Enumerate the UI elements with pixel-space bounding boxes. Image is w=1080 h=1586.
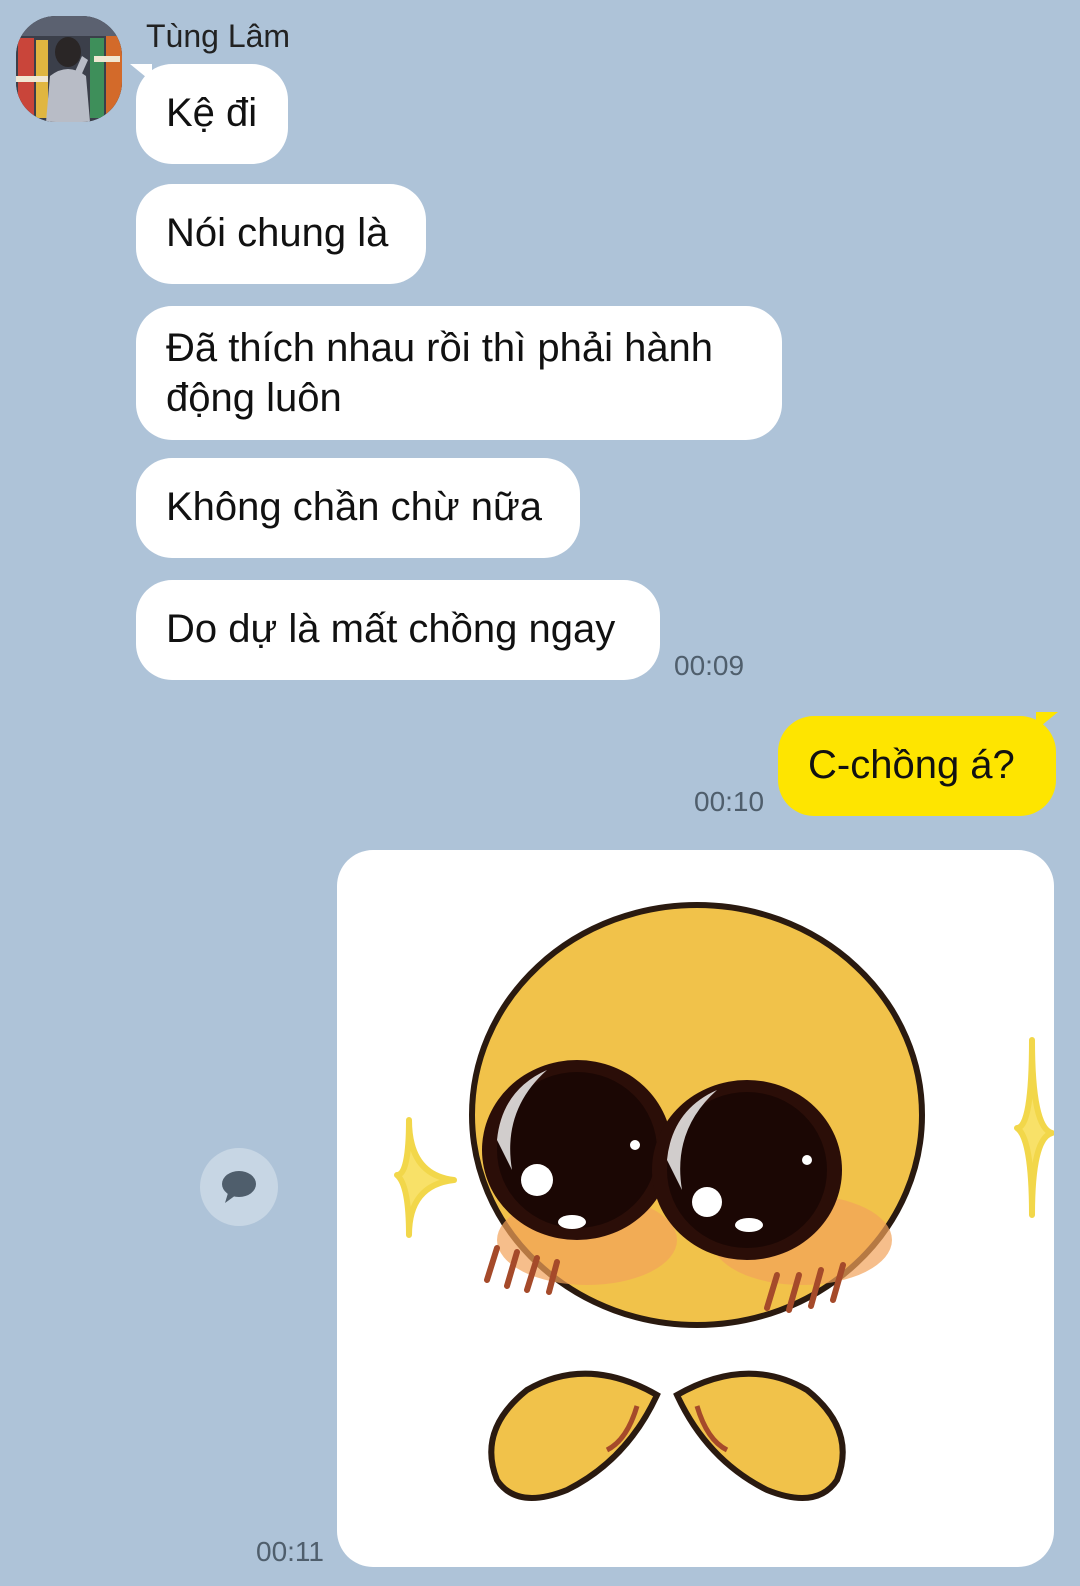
incoming-message[interactable]: Kệ đi (136, 64, 288, 164)
outgoing-message[interactable]: C-chồng á? (778, 716, 1056, 816)
speech-bubble-icon (222, 1171, 256, 1203)
message-timestamp: 00:10 (694, 786, 765, 817)
incoming-message[interactable]: Do dự là mất chồng ngay (136, 580, 660, 680)
incoming-message[interactable]: Đã thích nhau rồi thì phải hành động luô… (136, 306, 782, 440)
sticker-message[interactable] (337, 850, 1054, 1567)
incoming-message[interactable]: Nói chung là (136, 184, 426, 284)
message-timestamp: 00:11 (256, 1536, 324, 1567)
incoming-message[interactable]: Không chần chừ nữa (136, 458, 580, 558)
profile-photo-icon (16, 16, 122, 122)
sender-name: Tùng Lâm (146, 18, 291, 54)
sender-avatar[interactable] (16, 16, 122, 122)
cute-emoji-sticker-icon (394, 902, 1054, 1501)
bubble-tail (1036, 712, 1058, 730)
message-timestamp: 00:09 (674, 650, 745, 681)
reply-button[interactable] (200, 1148, 278, 1226)
